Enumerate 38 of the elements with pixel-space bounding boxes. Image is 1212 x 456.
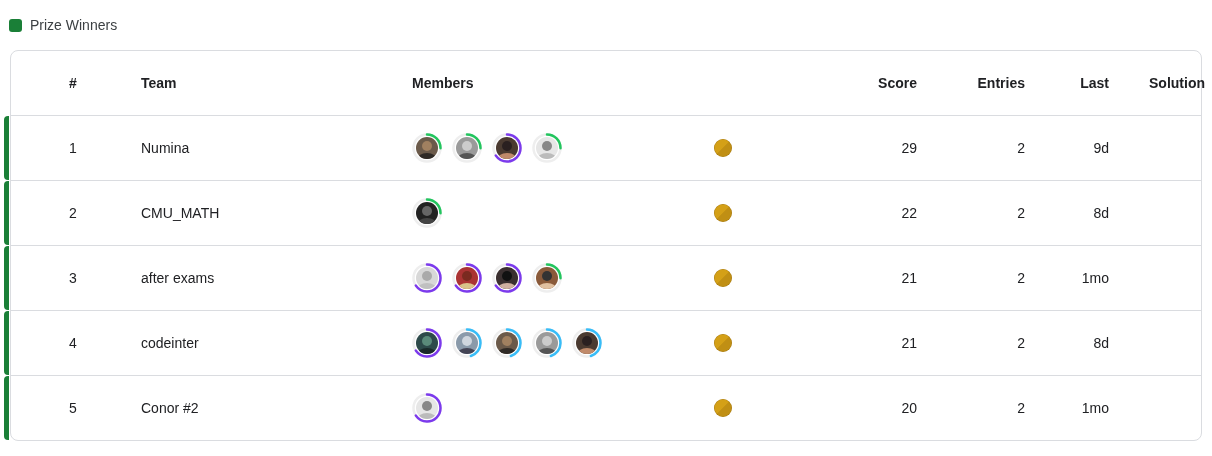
last-submission-cell: 1mo	[1081, 400, 1109, 416]
last-submission-cell: 9d	[1093, 140, 1109, 156]
column-header[interactable]: Team	[141, 75, 177, 91]
entries-cell: 2	[1017, 335, 1025, 351]
score-cell: 22	[901, 205, 917, 221]
medal-icon	[714, 334, 732, 352]
column-header[interactable]: Score	[878, 75, 917, 91]
last-submission-cell: 1mo	[1081, 270, 1109, 286]
column-header[interactable]: Last	[1080, 75, 1109, 91]
column-header[interactable]: Entries	[977, 75, 1025, 91]
team-name[interactable]: codeinter	[141, 335, 199, 351]
medal-icon	[714, 399, 732, 417]
rank-cell: 3	[69, 270, 77, 286]
entries-cell: 2	[1017, 205, 1025, 221]
rank-cell: 1	[69, 140, 77, 156]
medal-icon	[714, 139, 732, 157]
last-submission-cell: 8d	[1093, 205, 1109, 221]
team-name[interactable]: Conor #2	[141, 400, 199, 416]
last-submission-cell: 8d	[1093, 335, 1109, 351]
column-header[interactable]: Members	[412, 75, 474, 91]
entries-cell: 2	[1017, 400, 1025, 416]
column-header[interactable]: #	[69, 75, 77, 91]
rank-cell: 4	[69, 335, 77, 351]
team-name[interactable]: after exams	[141, 270, 215, 286]
legend-label: Prize Winners	[30, 16, 118, 35]
entries-cell: 2	[1017, 140, 1025, 156]
score-cell: 21	[901, 270, 917, 286]
medal-icon	[714, 204, 732, 222]
team-name[interactable]: Numina	[141, 140, 190, 156]
score-cell: 20	[901, 400, 917, 416]
score-cell: 21	[901, 335, 917, 351]
column-header[interactable]: Solution	[1149, 75, 1205, 91]
rank-cell: 2	[69, 205, 77, 221]
score-cell: 29	[901, 140, 917, 156]
team-name[interactable]: CMU_MATH	[141, 205, 220, 221]
medal-icon	[714, 269, 732, 287]
rank-cell: 5	[69, 400, 77, 416]
entries-cell: 2	[1017, 270, 1025, 286]
